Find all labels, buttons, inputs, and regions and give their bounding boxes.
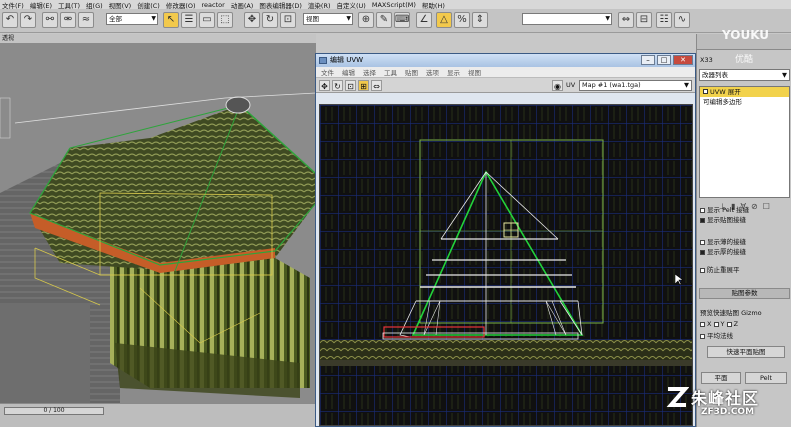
edit-uvw-title: 编辑 UVW — [330, 56, 364, 64]
uvw-menu-item[interactable]: 工具 — [384, 67, 397, 77]
minimize-icon[interactable]: – — [641, 55, 655, 65]
uvw-menu-item[interactable]: 文件 — [321, 67, 334, 77]
configure-sets-icon[interactable]: ☐ — [763, 202, 770, 214]
uv-scale-icon[interactable]: ⊡ — [345, 80, 356, 91]
edit-uvw-menubar: 文件 编辑 选择 工具 贴图 选项 显示 视图 — [316, 67, 695, 78]
angle-snap-icon[interactable]: △ — [436, 12, 452, 28]
max-app-window: 文件(F) 编辑(E) 工具(T) 组(G) 视图(V) 创建(C) 修改器(O) react… — [0, 0, 791, 427]
command-panel: X33 改器列表 ▼ UVW 展开 可编辑多边形 ⊥ ▮ ∀ ⊘ ☐ 显示 Pel… — [696, 34, 791, 427]
align-icon[interactable]: ⊟ — [636, 12, 652, 28]
radio[interactable] — [700, 249, 705, 255]
zf3d-brand: 朱峰社区 — [691, 389, 760, 408]
uvw-menu-item[interactable]: 显示 — [447, 67, 460, 77]
main-menubar: 文件(F) 编辑(E) 工具(T) 组(G) 视图(V) 创建(C) 修改器(O) react… — [0, 0, 791, 10]
option-show-map-seams[interactable]: 显示贴图接缝 — [700, 214, 746, 224]
mirror-icon[interactable]: ⇔ — [618, 12, 634, 28]
named-selection-dropdown[interactable]: ▼ — [522, 13, 612, 25]
uvw-menu-item[interactable]: 选择 — [363, 67, 376, 77]
uv-mode-label: UV — [566, 81, 576, 89]
radio[interactable] — [700, 239, 705, 245]
unlink-icon[interactable]: ⚮ — [60, 12, 76, 28]
select-object-icon[interactable]: ↖ — [163, 12, 179, 28]
mouse-cursor-icon — [675, 274, 683, 286]
window-app-icon — [319, 57, 327, 64]
checkbox[interactable] — [700, 267, 705, 273]
zf3d-url: ZF3D.COM — [701, 407, 755, 417]
youku-watermark-sub: 优酷 — [735, 55, 754, 65]
window-crossing-icon[interactable]: ⬚ — [217, 12, 233, 28]
select-manipulate-icon[interactable]: ✎ — [376, 12, 392, 28]
perspective-viewport[interactable] — [0, 43, 316, 403]
reference-coord-dropdown[interactable]: 视图 ▼ — [303, 13, 353, 25]
remove-modifier-icon[interactable]: ⊘ — [751, 202, 758, 214]
pavilion-render — [0, 43, 316, 403]
uvw-menu-item[interactable]: 编辑 — [342, 67, 355, 77]
pivot-icon[interactable]: ⊕ — [358, 12, 374, 28]
option-thick-seams[interactable]: 显示厚的接缝 — [700, 246, 746, 256]
frame-slider[interactable]: 0 / 100 — [4, 407, 104, 415]
uvw-menu-item[interactable]: 选项 — [426, 67, 439, 77]
time-slider-bar: 0 / 100 — [0, 403, 316, 427]
viewport-label[interactable]: 透视 — [0, 34, 316, 43]
maximize-icon[interactable]: □ — [657, 55, 671, 65]
menu-item[interactable]: reactor — [202, 1, 225, 9]
edit-uvw-titlebar[interactable]: 编辑 UVW – □ ✕ — [316, 54, 695, 67]
zf3d-logo-icon — [666, 387, 689, 407]
preview-gizmo-label[interactable]: 预览快速贴图 Gizmo — [700, 307, 762, 317]
radio-y[interactable] — [713, 321, 719, 327]
option-prevent-reflatten[interactable]: 防止重展平 — [700, 264, 740, 274]
redo-icon[interactable]: ↷ — [20, 12, 36, 28]
option-thin-seams[interactable]: 显示薄的接缝 — [700, 236, 746, 246]
select-by-name-icon[interactable]: ☰ — [181, 12, 197, 28]
uv-freeform-icon[interactable]: ⊞ — [358, 80, 369, 91]
percent-snap-icon[interactable]: % — [454, 12, 470, 28]
checkbox[interactable] — [700, 217, 705, 223]
close-icon[interactable]: ✕ — [673, 55, 693, 65]
uv-mirror-icon[interactable]: ⇔ — [371, 80, 382, 91]
show-map-icon[interactable]: ◉ — [552, 80, 563, 91]
modifier-stack: UVW 展开 可编辑多边形 — [699, 86, 790, 198]
texture-map-dropdown[interactable]: Map #1 (wa1.tga) ▼ — [579, 80, 692, 91]
option-show-pelt-seams[interactable]: 显示 Pelt 接缝 — [700, 204, 749, 214]
main-toolbar: ↶ ↷ ⚯ ⚮ ≈ 全部 ▼ ↖ ☰ ▭ ⬚ ✥ ↻ ⊡ 视图 ▼ ⊕ ✎ ⌨ ∠ … — [0, 9, 791, 33]
undo-icon[interactable]: ↶ — [2, 12, 18, 28]
rect-selection-icon[interactable]: ▭ — [199, 12, 215, 28]
link-icon[interactable]: ⚯ — [42, 12, 58, 28]
stack-item-uvw-unwrap[interactable]: UVW 展开 — [700, 87, 789, 97]
zf3d-watermark: 朱峰社区 ZF3D.COM — [665, 383, 791, 427]
expand-toggle-icon[interactable] — [703, 89, 708, 94]
snap-icon[interactable]: ∠ — [416, 12, 432, 28]
edit-uvw-window: 编辑 UVW – □ ✕ 文件 编辑 选择 工具 贴图 选项 显示 视图 ✥ ↻ ⊡ ⊞ ⇔ … — [315, 53, 696, 427]
selection-filter-dropdown[interactable]: 全部 ▼ — [106, 13, 158, 25]
curve-editor-icon[interactable]: ∿ — [674, 12, 690, 28]
keyboard-shortcut-icon[interactable]: ⌨ — [394, 12, 410, 28]
move-icon[interactable]: ✥ — [244, 12, 260, 28]
radio-z[interactable] — [726, 321, 732, 327]
menu-item[interactable]: MAXScript(M) — [372, 1, 416, 9]
checkbox[interactable] — [700, 333, 705, 339]
axis-radio-group: X Y Z — [700, 320, 738, 328]
object-name-label: X33 — [700, 56, 713, 64]
average-normals-option[interactable]: 平均法线 — [700, 330, 733, 340]
uvw-menu-item[interactable]: 贴图 — [405, 67, 418, 77]
edit-uvw-toolbar: ✥ ↻ ⊡ ⊞ ⇔ ◉ UV Map #1 (wa1.tga) ▼ — [316, 78, 695, 93]
uvw-menu-item[interactable]: 视图 — [468, 67, 481, 77]
rotate-icon[interactable]: ↻ — [262, 12, 278, 28]
bind-space-warp-icon[interactable]: ≈ — [78, 12, 94, 28]
checkbox[interactable] — [700, 207, 705, 213]
scale-icon[interactable]: ⊡ — [280, 12, 296, 28]
youku-watermark: YOUKU — [722, 28, 770, 42]
modifier-list-dropdown[interactable]: 改器列表 ▼ — [699, 69, 790, 81]
map-params-rollout[interactable]: 贴图参数 — [699, 288, 790, 299]
radio-x[interactable] — [700, 321, 705, 327]
uv-edit-canvas[interactable] — [319, 104, 693, 426]
uv-rotate-icon[interactable]: ↻ — [332, 80, 343, 91]
spinner-snap-icon[interactable]: ⇕ — [472, 12, 488, 28]
stack-item-editable-poly[interactable]: 可编辑多边形 — [700, 97, 789, 107]
layer-manager-icon[interactable]: ☷ — [656, 12, 672, 28]
uv-texture-view — [320, 105, 692, 425]
quick-planar-map-button[interactable]: 快速平面贴图 — [707, 346, 785, 358]
uv-move-icon[interactable]: ✥ — [319, 80, 330, 91]
